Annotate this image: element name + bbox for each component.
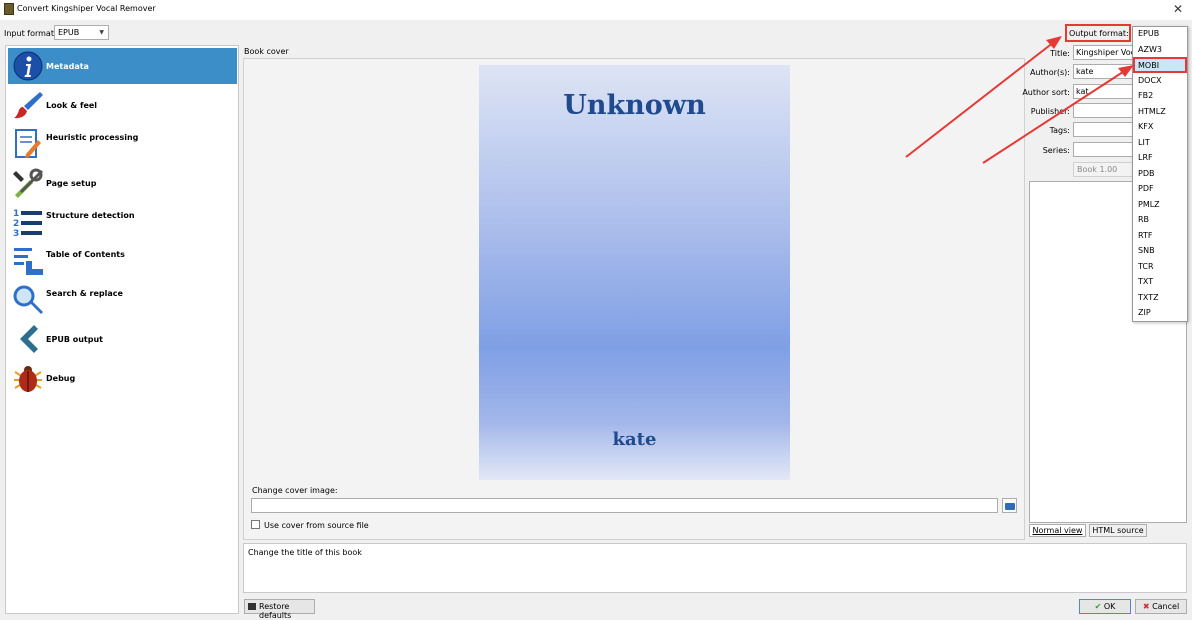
ok-button[interactable]: ✔ OK — [1079, 599, 1131, 614]
ok-label: OK — [1103, 602, 1116, 611]
restore-defaults-label: Restore defaults — [259, 602, 292, 620]
annotation-arrowhead — [1118, 65, 1134, 77]
hint-box: Change the title of this book — [243, 543, 1187, 593]
annotation-arrows — [905, 36, 1134, 164]
cancel-button[interactable]: ✖ Cancel — [1135, 599, 1187, 614]
checkmark-icon: ✔ — [1094, 602, 1102, 611]
annotation-arrow — [982, 69, 1127, 164]
cancel-x-icon: ✖ — [1142, 602, 1150, 611]
hint-text: Change the title of this book — [248, 548, 362, 557]
restore-defaults-button[interactable]: Restore defaults — [244, 599, 315, 620]
cancel-label: Cancel — [1152, 602, 1180, 611]
restore-icon — [248, 603, 256, 610]
annotation-arrow — [905, 41, 1055, 158]
